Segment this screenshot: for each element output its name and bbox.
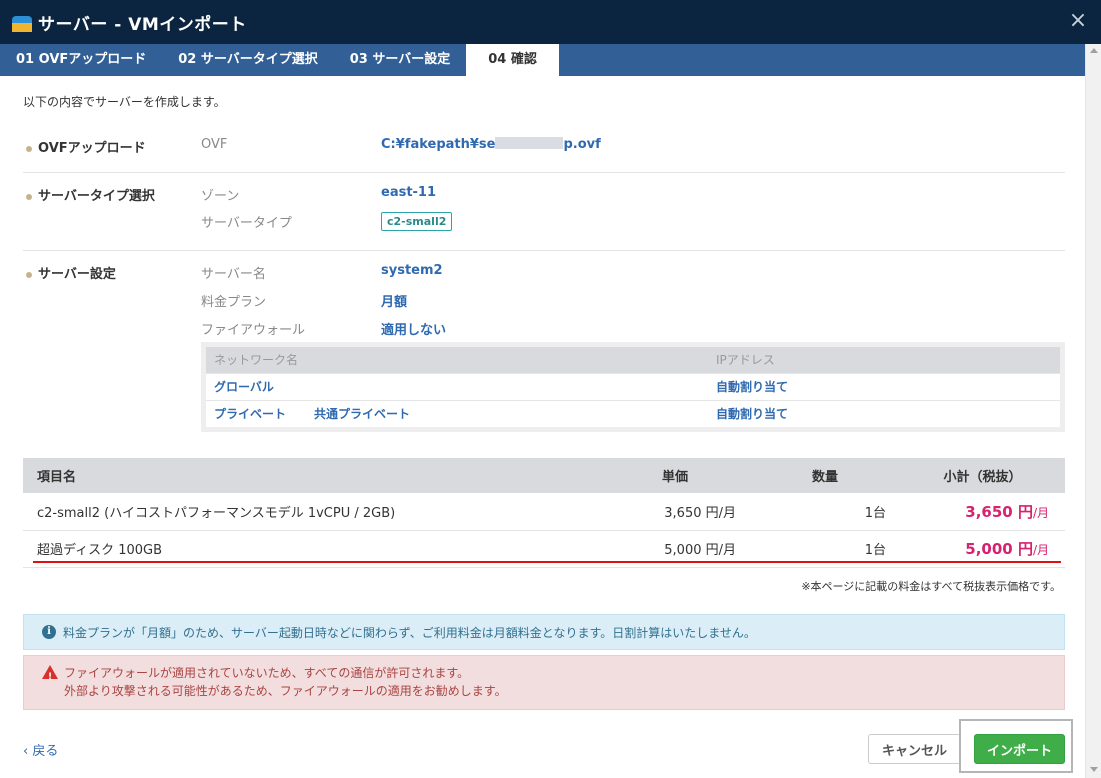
cancel-button[interactable]: キャンセル [868,734,961,764]
plan-key: 料金プラン [201,295,267,310]
item-name-header: 項目名 [23,458,600,493]
divider [23,250,1065,251]
table-row: グローバル 自動割り当て [206,372,1060,400]
back-link[interactable]: ‹ 戻る [23,740,58,759]
import-button[interactable]: インポート [974,734,1065,764]
dialog-title: サーバー - VMインポート [38,14,247,35]
table-row: プライベート 共通プライベート 自動割り当て [206,399,1060,427]
zone-key: ゾーン [201,189,240,204]
info-icon: i [42,625,56,639]
unit-price-header: 単価 [600,458,750,493]
network-table-header: ネットワーク名 IPアドレス [206,347,1060,373]
tab-ovf-upload[interactable]: 01 OVFアップロード [0,44,162,76]
ip-address-header: IPアドレス [708,347,1060,373]
plan-value: 月額 [381,295,408,310]
zone-value: east-11 [381,185,437,200]
network-table-wrapper: ネットワーク名 IPアドレス グローバル 自動割り当て プライベート 共通プライベ… [201,342,1065,432]
item-name-cell: c2-small2 (ハイコストパフォーマンスモデル 1vCPU / 2GB) [23,493,600,531]
tab-server-settings[interactable]: 03 サーバー設定 [334,44,467,76]
quantity-cell: 1台 [750,493,900,531]
scroll-up-icon[interactable] [1090,48,1098,53]
server-type-value: c2-small2 [381,212,453,231]
ovf-file-value: C:¥fakepath¥se p.ovf [381,137,601,152]
warning-text-line1: ファイアウォールが適用されていないため、すべての通信が許可されます。 [64,666,470,680]
server-name-value: system2 [381,263,443,278]
divider [23,172,1065,173]
bullet-icon [26,145,32,152]
highlight-underline [33,561,1061,563]
price-table-header: 項目名 単価 数量 小計（税抜） [23,458,1065,493]
firewall-value: 適用しない [381,323,447,338]
table-row: c2-small2 (ハイコストパフォーマンスモデル 1vCPU / 2GB) … [23,493,1065,531]
ovf-key: OVF [201,137,228,152]
bullet-icon [26,193,32,200]
section-label-servertype: サーバータイプ選択 [26,185,155,204]
warning-text-line2: 外部より攻撃される可能性があるため、ファイアウォールの適用をお勧めします。 [64,684,507,698]
server-type-badge: c2-small2 [381,212,453,231]
unit-price-cell: 3,650 円/月 [600,493,750,531]
server-type-key: サーバータイプ [201,216,292,231]
info-alert: i 料金プランが「月額」のため、サーバー起動日時などに関わらず、ご利用料金は月額… [23,614,1065,650]
ip-address-cell: 自動割り当て [708,372,1060,400]
close-icon[interactable]: × [1067,10,1089,32]
section-label-ovf: OVFアップロード [26,137,146,156]
bullet-icon [26,271,32,278]
section-label-settings: サーバー設定 [26,263,116,282]
scroll-down-icon[interactable] [1090,767,1098,772]
server-name-key: サーバー名 [201,267,266,282]
vertical-scrollbar[interactable] [1085,44,1101,778]
firewall-key: ファイアウォール [201,323,306,338]
info-alert-text: 料金プランが「月額」のため、サーバー起動日時などに関わらず、ご利用料金は月額料金… [63,625,756,640]
tax-note: ※本ページに記載の料金はすべて税抜表示価格です。 [801,580,1061,593]
ip-address-cell: 自動割り当て [708,399,1060,427]
network-name-header: ネットワーク名 [206,347,708,373]
intro-text: 以下の内容でサーバーを作成します。 [23,95,226,109]
redacted-block [495,137,564,149]
tab-confirm[interactable]: 04 確認 [466,44,559,76]
dialog-titlebar: サーバー - VMインポート × [0,0,1101,44]
wizard-tabs: 01 OVFアップロード 02 サーバータイプ選択 03 サーバー設定 04 確… [0,44,1085,76]
subtotal-cell: 3,650 円/月 [900,493,1065,531]
warning-icon: ! [42,665,58,682]
network-table: ネットワーク名 IPアドレス グローバル 自動割り当て プライベート 共通プライベ… [206,347,1060,427]
server-box-icon [12,16,32,32]
price-table: 項目名 単価 数量 小計（税抜） c2-small2 (ハイコストパフォーマンス… [23,458,1065,568]
subtotal-header: 小計（税抜） [900,458,1065,493]
network-name-cell: プライベート 共通プライベート [206,399,708,427]
quantity-header: 数量 [750,458,900,493]
warning-alert: ! ファイアウォールが適用されていないため、すべての通信が許可されます。 外部より… [23,655,1065,710]
tab-server-type[interactable]: 02 サーバータイプ選択 [162,44,334,76]
network-name-cell: グローバル [206,372,708,400]
